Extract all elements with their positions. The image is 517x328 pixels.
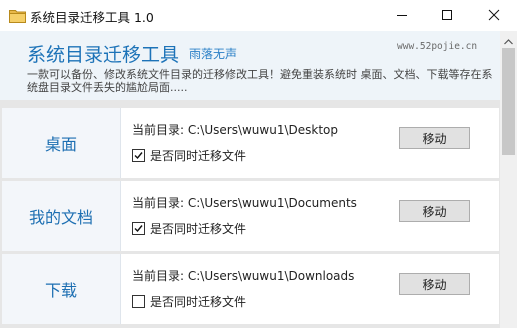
current-path: 当前目录: C:\Users\wuwu1\Desktop: [132, 121, 338, 138]
checkbox[interactable]: [132, 295, 145, 308]
checkbox[interactable]: [132, 149, 145, 162]
migrate-files-toggle[interactable]: 是否同时迁移文件: [132, 220, 246, 237]
list-item-desktop: 桌面 当前目录: C:\Users\wuwu1\Desktop 是否同时迁移文件…: [2, 108, 499, 178]
description-text: 一款可以备份、修改系统文件目录的迁移修改工具！避免重装系统时 桌面、文档、下载等…: [27, 68, 493, 94]
scroll-thumb[interactable]: [502, 48, 515, 155]
path-label: 当前目录:: [132, 196, 185, 210]
items-list: 桌面 当前目录: C:\Users\wuwu1\Desktop 是否同时迁移文件…: [0, 100, 500, 328]
scroll-up-button[interactable]: [500, 31, 517, 48]
site-link[interactable]: www.52pojie.cn: [397, 41, 477, 52]
path-value: C:\Users\wuwu1\Desktop: [187, 123, 338, 137]
path-value: C:\Users\wuwu1\Downloads: [187, 269, 355, 283]
vertical-scrollbar[interactable]: [500, 31, 517, 328]
header-panel: 系统目录迁移工具 雨落无声 www.52pojie.cn 一款可以备份、修改系统…: [0, 31, 500, 100]
maximize-icon: [441, 6, 453, 25]
checkmark-icon: [134, 225, 143, 233]
item-name: 下载: [2, 254, 121, 324]
folder-icon: [9, 8, 26, 23]
list-item-downloads: 下载 当前目录: C:\Users\wuwu1\Downloads 是否同时迁移…: [2, 254, 499, 324]
title-bar[interactable]: 系统目录迁移工具 1.0: [0, 0, 517, 31]
app-window: 系统目录迁移工具 1.0 系统目录迁移工具 雨落无声 www.52pojie.c…: [0, 0, 517, 328]
path-label: 当前目录:: [132, 269, 185, 283]
migrate-files-toggle[interactable]: 是否同时迁移文件: [132, 147, 246, 164]
path-value: C:\Users\wuwu1\Documents: [187, 196, 357, 210]
move-button[interactable]: 移动: [399, 273, 470, 295]
checkbox[interactable]: [132, 222, 145, 235]
current-path: 当前目录: C:\Users\wuwu1\Documents: [132, 194, 357, 211]
move-button[interactable]: 移动: [399, 127, 470, 149]
item-name: 桌面: [2, 108, 121, 178]
current-path: 当前目录: C:\Users\wuwu1\Downloads: [132, 267, 354, 284]
list-item-documents: 我的文档 当前目录: C:\Users\wuwu1\Documents 是否同时…: [2, 181, 499, 251]
checkbox-label[interactable]: 是否同时迁移文件: [150, 147, 246, 164]
app-title: 系统目录迁移工具: [27, 44, 180, 66]
close-button[interactable]: [471, 0, 517, 31]
checkmark-icon: [134, 152, 143, 160]
move-button[interactable]: 移动: [399, 200, 470, 222]
migrate-files-toggle[interactable]: 是否同时迁移文件: [132, 293, 246, 310]
checkbox-label[interactable]: 是否同时迁移文件: [150, 220, 246, 237]
maximize-button[interactable]: [424, 0, 470, 31]
close-icon: [488, 6, 500, 25]
window-title: 系统目录迁移工具 1.0: [30, 10, 154, 25]
minimize-icon: [396, 6, 408, 25]
item-name: 我的文档: [2, 181, 121, 251]
checkbox-label[interactable]: 是否同时迁移文件: [150, 293, 246, 310]
minimize-button[interactable]: [379, 0, 425, 31]
chevron-up-icon: [504, 30, 513, 49]
author-label: 雨落无声: [189, 47, 238, 61]
path-label: 当前目录:: [132, 123, 185, 137]
